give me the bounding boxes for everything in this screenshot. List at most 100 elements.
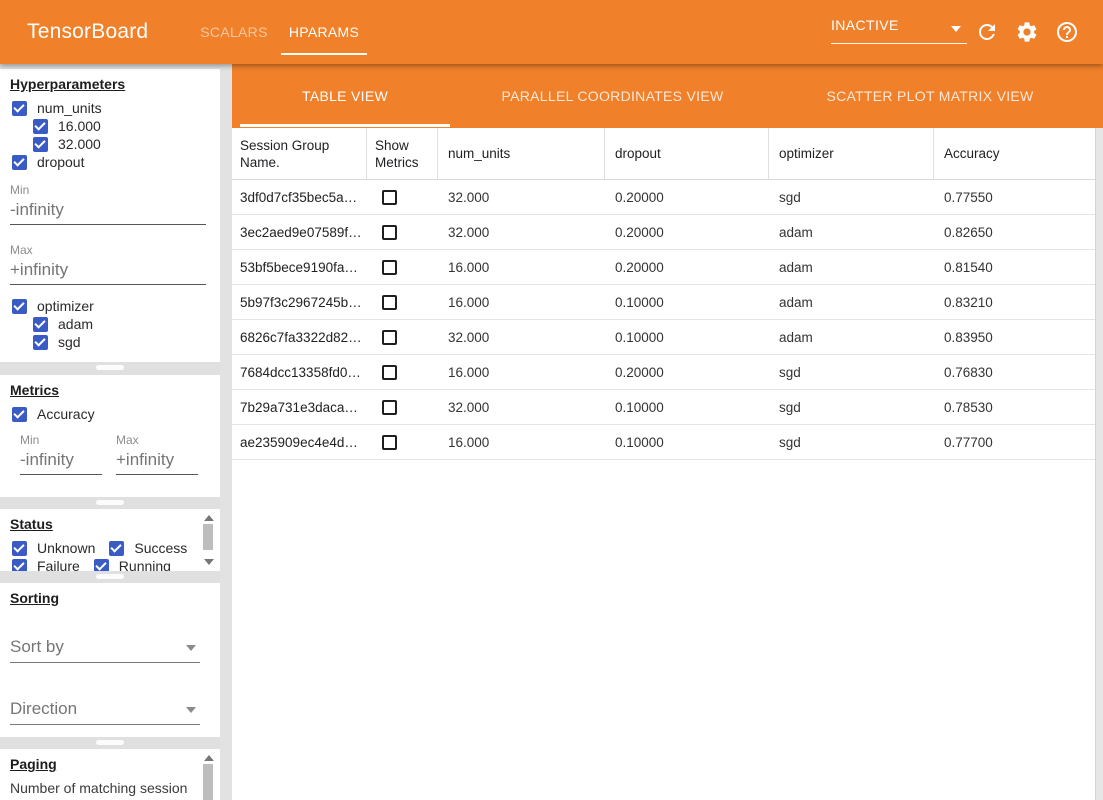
num-units-label: num_units xyxy=(37,100,102,116)
num-units-cell: 32.000 xyxy=(438,320,605,354)
dropout-cell: 0.20000 xyxy=(605,250,769,284)
show-metrics-checkbox[interactable] xyxy=(382,190,397,205)
table-row: 3df0d7cf35bec5a… 32.000 0.20000 sgd 0.77… xyxy=(232,180,1095,215)
paging-scrollbar[interactable] xyxy=(203,755,215,800)
accuracy-range-fields: Min -infinity Max +infinity xyxy=(20,433,220,475)
tab-hparams[interactable]: HPARAMS xyxy=(279,0,369,64)
section-resize-handle[interactable] xyxy=(96,740,124,745)
table-row: 7b29a731e3daca… 32.000 0.10000 sgd 0.785… xyxy=(232,390,1095,425)
status-running-checkbox[interactable] xyxy=(94,559,109,572)
status-success-checkbox[interactable] xyxy=(109,541,124,556)
help-button[interactable] xyxy=(1055,20,1079,44)
num-units-32-checkbox[interactable] xyxy=(33,137,48,152)
dropout-checkbox[interactable] xyxy=(12,155,27,170)
tab-scalars[interactable]: SCALARS xyxy=(189,0,279,64)
accuracy-max-input[interactable]: +infinity xyxy=(116,447,198,475)
dropout-cell: 0.10000 xyxy=(605,425,769,459)
table-row: 5b97f3c2967245b… 16.000 0.10000 adam 0.8… xyxy=(232,285,1095,320)
section-resize-handle[interactable] xyxy=(96,500,124,505)
metric-accuracy-row: Accuracy xyxy=(0,405,220,423)
main-content: TABLE VIEW PARALLEL COORDINATES VIEW SCA… xyxy=(232,64,1103,800)
run-status-dropdown[interactable]: INACTIVE xyxy=(831,14,967,44)
gear-icon xyxy=(1015,20,1039,44)
status-failure-checkbox[interactable] xyxy=(12,559,27,572)
hparam-dropout-row: dropout xyxy=(0,153,220,171)
optimizer-adam-label: adam xyxy=(58,316,93,332)
optimizer-cell: adam xyxy=(769,285,934,319)
col-session-group-name[interactable]: Session Group Name. xyxy=(232,128,367,179)
settings-button[interactable] xyxy=(1015,20,1039,44)
optimizer-sgd-checkbox[interactable] xyxy=(33,335,48,350)
status-running: Running xyxy=(94,558,185,571)
status-running-label: Running xyxy=(119,558,171,571)
status-scrollbar[interactable] xyxy=(203,515,215,565)
accuracy-cell: 0.82650 xyxy=(934,215,1095,249)
status-unknown-label: Unknown xyxy=(37,540,95,556)
status-unknown-checkbox[interactable] xyxy=(12,541,27,556)
col-accuracy[interactable]: Accuracy xyxy=(934,128,1095,179)
session-group-name: 7b29a731e3daca… xyxy=(232,390,367,424)
tab-parallel-coordinates-view[interactable]: PARALLEL COORDINATES VIEW xyxy=(450,64,775,128)
col-optimizer[interactable]: optimizer xyxy=(769,128,934,179)
section-resize-handle[interactable] xyxy=(96,365,124,370)
sort-by-select[interactable]: Sort by xyxy=(10,635,200,663)
dropout-cell: 0.20000 xyxy=(605,215,769,249)
tab-table-view[interactable]: TABLE VIEW xyxy=(240,64,450,128)
dropout-min-input[interactable]: -infinity xyxy=(10,197,206,225)
accuracy-max-field: Max +infinity xyxy=(116,433,198,475)
top-nav-tabs: SCALARS HPARAMS xyxy=(189,0,369,64)
col-num-units[interactable]: num_units xyxy=(438,128,605,179)
show-metrics-checkbox[interactable] xyxy=(382,435,397,450)
accuracy-checkbox[interactable] xyxy=(12,407,27,422)
direction-select[interactable]: Direction xyxy=(10,697,200,725)
optimizer-adam-checkbox[interactable] xyxy=(33,317,48,332)
show-metrics-checkbox[interactable] xyxy=(382,260,397,275)
scrollbar-thumb[interactable] xyxy=(203,764,213,800)
hyperparameters-section: Hyperparameters num_units 16.000 32.000 … xyxy=(0,69,220,362)
session-group-name: 3df0d7cf35bec5a… xyxy=(232,180,367,214)
col-show-metrics[interactable]: Show Metrics xyxy=(367,128,438,179)
show-metrics-cell xyxy=(367,425,438,459)
optimizer-checkbox[interactable] xyxy=(12,299,27,314)
scrollbar-thumb[interactable] xyxy=(203,524,213,550)
show-metrics-checkbox[interactable] xyxy=(382,295,397,310)
accuracy-cell: 0.83210 xyxy=(934,285,1095,319)
section-resize-handle[interactable] xyxy=(96,574,124,579)
show-metrics-checkbox[interactable] xyxy=(382,365,397,380)
main-scrollbar-track[interactable] xyxy=(1095,128,1103,800)
num-units-cell: 16.000 xyxy=(438,355,605,389)
show-metrics-checkbox[interactable] xyxy=(382,400,397,415)
optimizer-cell: adam xyxy=(769,320,934,354)
app-bar: TensorBoard SCALARS HPARAMS INACTIVE xyxy=(0,0,1103,64)
app-title: TensorBoard xyxy=(27,20,148,44)
num-units-cell: 32.000 xyxy=(438,390,605,424)
num-units-16-label: 16.000 xyxy=(58,118,101,134)
show-metrics-checkbox[interactable] xyxy=(382,225,397,240)
accuracy-cell: 0.77550 xyxy=(934,180,1095,214)
scroll-up-icon[interactable] xyxy=(204,755,214,761)
show-metrics-cell xyxy=(367,250,438,284)
optimizer-sgd-label: sgd xyxy=(58,334,81,350)
optimizer-value-row: adam xyxy=(0,315,220,333)
show-metrics-checkbox[interactable] xyxy=(382,330,397,345)
direction-value: Direction xyxy=(10,699,77,719)
num-units-16-checkbox[interactable] xyxy=(33,119,48,134)
num-units-checkbox[interactable] xyxy=(12,101,27,116)
tab-scatter-plot-matrix-view[interactable]: SCATTER PLOT MATRIX VIEW xyxy=(775,64,1085,128)
table-row: 6826c7fa3322d82… 32.000 0.10000 adam 0.8… xyxy=(232,320,1095,355)
status-success: Success xyxy=(109,540,201,556)
show-metrics-cell xyxy=(367,390,438,424)
accuracy-min-input[interactable]: -infinity xyxy=(20,447,102,475)
optimizer-label: optimizer xyxy=(37,298,94,314)
col-dropout[interactable]: dropout xyxy=(605,128,769,179)
status-heading: Status xyxy=(10,516,220,532)
optimizer-value-row: sgd xyxy=(0,333,220,351)
dropout-max-input[interactable]: +infinity xyxy=(10,257,206,285)
scroll-up-icon[interactable] xyxy=(204,515,214,521)
refresh-button[interactable] xyxy=(975,20,999,44)
session-group-name: 6826c7fa3322d82… xyxy=(232,320,367,354)
scroll-down-icon[interactable] xyxy=(204,559,214,565)
refresh-icon xyxy=(975,20,999,44)
dropout-label: dropout xyxy=(37,154,84,170)
status-success-label: Success xyxy=(134,540,187,556)
